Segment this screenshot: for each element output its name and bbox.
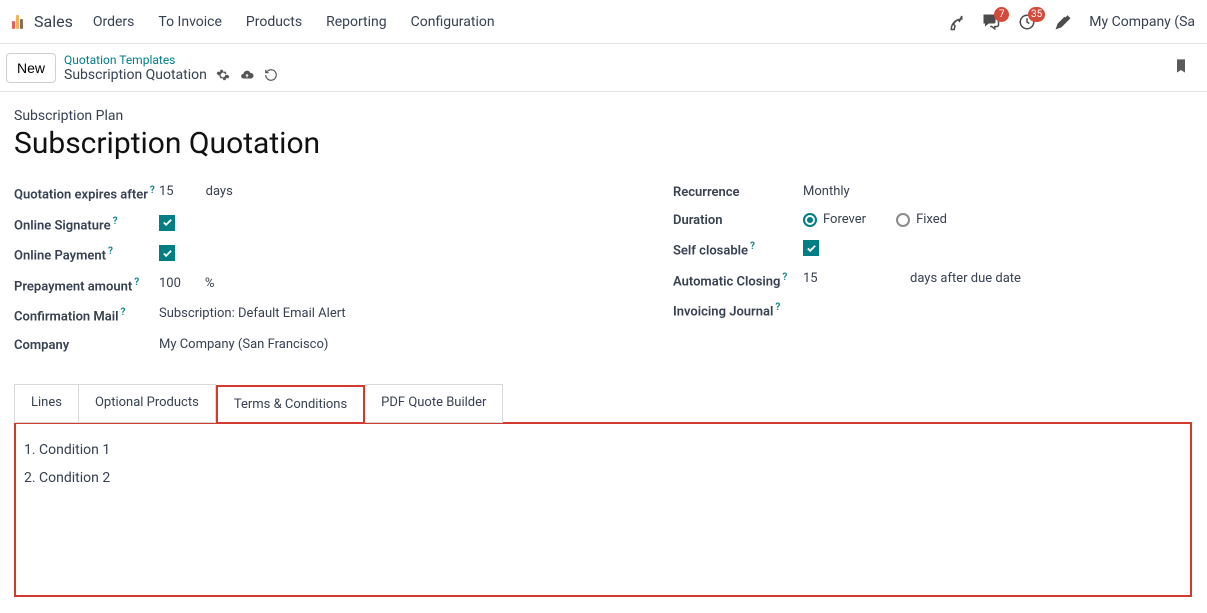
help-icon[interactable]: ? bbox=[782, 272, 787, 283]
duration-forever-label: Forever bbox=[823, 212, 866, 227]
breadcrumb-current: Subscription Quotation bbox=[64, 67, 207, 83]
app-logo-icon bbox=[12, 15, 26, 29]
nav-orders[interactable]: Orders bbox=[93, 14, 135, 30]
help-icon[interactable]: ? bbox=[121, 307, 126, 318]
messages-badge: 7 bbox=[994, 7, 1009, 22]
nav-products[interactable]: Products bbox=[246, 14, 302, 30]
tabs: Lines Optional Products Terms & Conditio… bbox=[14, 384, 1193, 423]
expires-value[interactable]: 15 bbox=[159, 184, 174, 199]
company-value[interactable]: My Company (San Francisco) bbox=[159, 337, 328, 352]
terms-panel[interactable]: 1. Condition 1 2. Condition 2 bbox=[14, 422, 1192, 597]
help-icon[interactable]: ? bbox=[134, 277, 139, 288]
breadcrumb-parent[interactable]: Quotation Templates bbox=[64, 53, 279, 67]
duration-fixed-radio[interactable]: Fixed bbox=[896, 212, 947, 227]
duration-fixed-label: Fixed bbox=[916, 212, 947, 227]
label-confirmation-mail: Confirmation Mail? bbox=[14, 306, 159, 327]
label-self-closable: Self closable? bbox=[673, 240, 803, 261]
activities-badge: 35 bbox=[1028, 7, 1045, 22]
voip-icon[interactable] bbox=[937, 4, 973, 40]
tab-lines[interactable]: Lines bbox=[14, 384, 79, 423]
self-closable-checkbox[interactable] bbox=[803, 240, 819, 256]
page-title: Subscription Quotation bbox=[14, 126, 1193, 161]
nav-configuration[interactable]: Configuration bbox=[411, 14, 495, 30]
activities-icon[interactable]: 35 bbox=[1009, 4, 1045, 40]
tab-optional-products[interactable]: Optional Products bbox=[79, 384, 216, 423]
online-payment-checkbox[interactable] bbox=[159, 245, 175, 261]
messages-icon[interactable]: 7 bbox=[973, 4, 1009, 40]
prepayment-value[interactable]: 100 bbox=[159, 276, 181, 291]
new-button[interactable]: New bbox=[6, 53, 56, 83]
auto-close-suffix: days after due date bbox=[910, 271, 1021, 286]
control-bar: New Quotation Templates Subscription Quo… bbox=[0, 44, 1207, 92]
label-invoicing-journal: Invoicing Journal? bbox=[673, 301, 803, 322]
term-line[interactable]: 1. Condition 1 bbox=[24, 436, 1182, 464]
help-icon[interactable]: ? bbox=[750, 241, 755, 252]
expires-unit: days bbox=[206, 184, 233, 199]
online-signature-checkbox[interactable] bbox=[159, 215, 175, 231]
help-icon[interactable]: ? bbox=[775, 302, 780, 313]
app-brand[interactable]: Sales bbox=[34, 12, 73, 31]
prepayment-unit: % bbox=[205, 276, 215, 291]
label-quotation-expires: Quotation expires after? bbox=[14, 184, 159, 205]
help-icon[interactable]: ? bbox=[113, 216, 118, 227]
bookmark-icon[interactable] bbox=[1173, 57, 1201, 79]
debug-icon[interactable] bbox=[1045, 4, 1081, 40]
help-icon[interactable]: ? bbox=[108, 246, 113, 257]
label-online-signature: Online Signature? bbox=[14, 215, 159, 236]
label-company: Company bbox=[14, 337, 159, 355]
discard-icon[interactable] bbox=[263, 67, 279, 83]
form-content: Subscription Plan Subscription Quotation… bbox=[0, 92, 1207, 613]
recurrence-value[interactable]: Monthly bbox=[803, 184, 850, 199]
cloud-upload-icon[interactable] bbox=[239, 67, 255, 83]
label-automatic-closing: Automatic Closing? bbox=[673, 271, 803, 292]
nav-to-invoice[interactable]: To Invoice bbox=[158, 14, 222, 30]
top-navbar: Sales Orders To Invoice Products Reporti… bbox=[0, 0, 1207, 44]
gear-icon[interactable] bbox=[215, 67, 231, 83]
nav-reporting[interactable]: Reporting bbox=[326, 14, 387, 30]
subscription-plan-label: Subscription Plan bbox=[14, 108, 1193, 124]
tab-pdf-quote-builder[interactable]: PDF Quote Builder bbox=[365, 384, 503, 423]
label-online-payment: Online Payment? bbox=[14, 245, 159, 266]
company-switcher[interactable]: My Company (Sa bbox=[1089, 14, 1195, 30]
term-line[interactable]: 2. Condition 2 bbox=[24, 464, 1182, 492]
label-prepayment-amount: Prepayment amount? bbox=[14, 276, 159, 297]
duration-forever-radio[interactable]: Forever bbox=[803, 212, 866, 227]
help-icon[interactable]: ? bbox=[150, 185, 155, 196]
label-duration: Duration bbox=[673, 212, 803, 230]
label-recurrence: Recurrence bbox=[673, 184, 803, 202]
confirmation-mail-value[interactable]: Subscription: Default Email Alert bbox=[159, 306, 346, 321]
auto-close-value[interactable]: 15 bbox=[803, 271, 898, 286]
tab-terms-conditions[interactable]: Terms & Conditions bbox=[216, 385, 365, 424]
